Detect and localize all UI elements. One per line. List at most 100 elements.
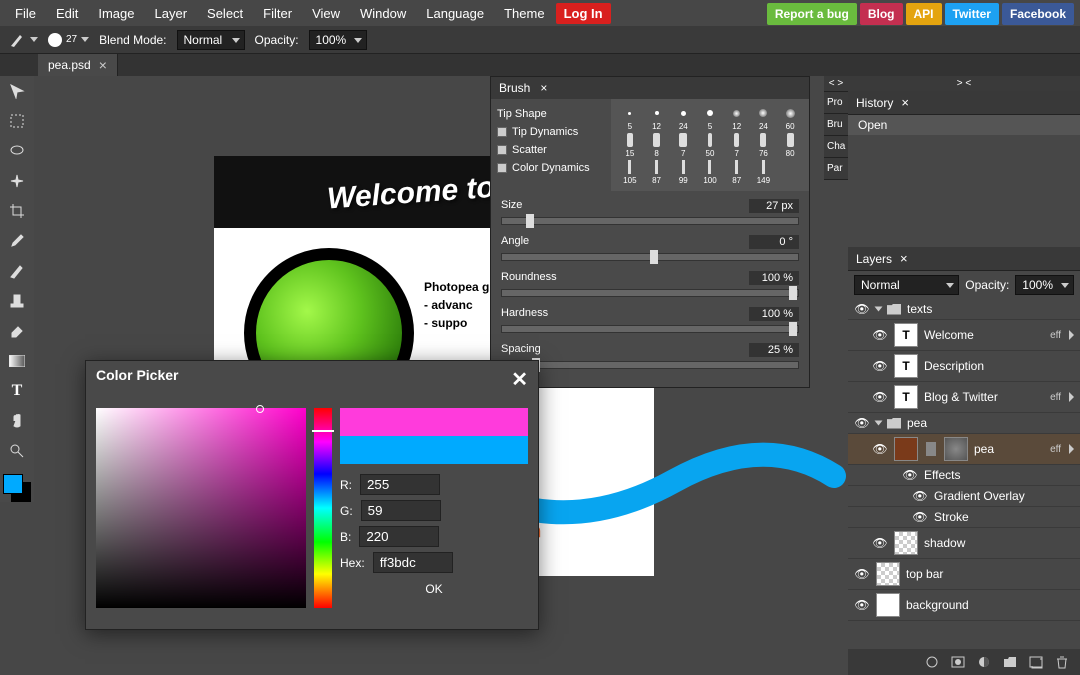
layer-group-pea[interactable]: 👁pea xyxy=(848,413,1080,434)
layer-background[interactable]: 👁background xyxy=(848,590,1080,621)
move-tool[interactable] xyxy=(4,80,30,101)
visibility-icon[interactable]: 👁 xyxy=(902,468,918,482)
layers-panel-header[interactable]: Layers× xyxy=(848,247,1080,271)
brush-preset[interactable]: 15 xyxy=(617,132,643,158)
brush-preset[interactable]: 8 xyxy=(644,132,670,158)
adjustment-icon[interactable] xyxy=(976,655,992,669)
brush-preset[interactable]: 100 xyxy=(697,159,723,185)
menu-language[interactable]: Language xyxy=(417,2,493,25)
folder-icon[interactable] xyxy=(1002,655,1018,669)
menu-image[interactable]: Image xyxy=(89,2,143,25)
history-item[interactable]: Open xyxy=(848,115,1080,135)
text-tool[interactable]: T xyxy=(4,380,30,401)
facebook-button[interactable]: Facebook xyxy=(1002,3,1074,25)
chevron-icon[interactable] xyxy=(1069,444,1074,454)
new-layer-icon[interactable] xyxy=(1028,655,1044,669)
visibility-icon[interactable]: 👁 xyxy=(854,302,870,316)
menu-filter[interactable]: Filter xyxy=(254,2,301,25)
layer-pea[interactable]: 👁peaeff xyxy=(848,434,1080,465)
close-icon[interactable]: × xyxy=(99,57,107,73)
color-cursor[interactable] xyxy=(256,405,264,413)
tab-properties[interactable]: Pro xyxy=(824,92,848,114)
visibility-icon[interactable]: 👁 xyxy=(872,442,888,456)
report-bug-button[interactable]: Report a bug xyxy=(767,3,857,25)
hand-tool[interactable] xyxy=(4,410,30,431)
layer-effects[interactable]: 👁Effects xyxy=(848,465,1080,486)
menu-window[interactable]: Window xyxy=(351,2,415,25)
hue-cursor[interactable] xyxy=(312,430,334,432)
wand-tool[interactable] xyxy=(4,170,30,191)
layer-topbar[interactable]: 👁top bar xyxy=(848,559,1080,590)
layer-description[interactable]: 👁TDescription xyxy=(848,351,1080,382)
stamp-tool[interactable] xyxy=(4,290,30,311)
brush-preset[interactable]: 149 xyxy=(751,159,777,185)
brush-preset[interactable]: 80 xyxy=(777,132,803,158)
tab-brush[interactable]: Bru xyxy=(824,114,848,136)
foreground-swatch[interactable] xyxy=(3,474,23,494)
lasso-tool[interactable] xyxy=(4,140,30,161)
history-panel-header[interactable]: History× xyxy=(848,91,1080,115)
marquee-tool[interactable] xyxy=(4,110,30,131)
brush-preset[interactable]: 50 xyxy=(697,132,723,158)
brush-preset[interactable]: 7 xyxy=(670,132,696,158)
hue-slider[interactable] xyxy=(314,408,332,608)
saturation-box[interactable] xyxy=(96,408,306,608)
layer-opacity-select[interactable]: 100% xyxy=(1015,275,1074,295)
b-input[interactable] xyxy=(359,526,439,547)
brush-tool-icon[interactable] xyxy=(8,31,38,49)
zoom-tool[interactable] xyxy=(4,440,30,461)
menu-file[interactable]: File xyxy=(6,2,45,25)
tab-paragraph[interactable]: Par xyxy=(824,158,848,180)
brush-preset[interactable]: 7 xyxy=(724,132,750,158)
brush-preset[interactable]: 105 xyxy=(617,159,643,185)
g-input[interactable] xyxy=(361,500,441,521)
layer-blend-select[interactable]: Normal xyxy=(854,275,959,295)
blog-button[interactable]: Blog xyxy=(860,3,903,25)
tab-character[interactable]: Cha xyxy=(824,136,848,158)
effect-stroke[interactable]: 👁Stroke xyxy=(848,507,1080,528)
angle-slider[interactable]: Angle0 ° xyxy=(501,235,799,261)
tip-shape-tab[interactable]: Tip Shape xyxy=(497,105,605,123)
chevron-icon[interactable] xyxy=(1069,392,1074,402)
visibility-icon[interactable]: 👁 xyxy=(872,390,888,404)
brush-preset[interactable]: 87 xyxy=(644,159,670,185)
brush-panel-header[interactable]: Brush× xyxy=(491,77,809,99)
brush-preset[interactable]: 24 xyxy=(751,105,777,131)
brush-preset[interactable]: 60 xyxy=(777,105,803,131)
brush-preset[interactable]: 5 xyxy=(617,105,643,131)
mask-link-icon[interactable] xyxy=(926,442,936,456)
gradient-tool[interactable] xyxy=(4,350,30,371)
panel-collapse-icon[interactable]: > < xyxy=(848,76,1080,91)
visibility-icon[interactable]: 👁 xyxy=(872,328,888,342)
brush-preset[interactable]: 87 xyxy=(724,159,750,185)
mask-icon[interactable] xyxy=(950,655,966,669)
hex-input[interactable] xyxy=(373,552,453,573)
hardness-slider[interactable]: Hardness100 % xyxy=(501,307,799,333)
close-icon[interactable]: × xyxy=(540,81,547,95)
color-dynamics-tab[interactable]: Color Dynamics xyxy=(497,159,605,177)
close-icon[interactable]: × xyxy=(900,251,908,266)
size-slider[interactable]: Size27 px xyxy=(501,199,799,225)
menu-edit[interactable]: Edit xyxy=(47,2,87,25)
fx-icon[interactable] xyxy=(924,655,940,669)
eraser-tool[interactable] xyxy=(4,320,30,341)
ok-button[interactable]: OK xyxy=(340,578,528,600)
visibility-icon[interactable]: 👁 xyxy=(912,489,928,503)
close-icon[interactable]: × xyxy=(901,95,909,110)
layer-group-texts[interactable]: 👁texts xyxy=(848,299,1080,320)
tip-dynamics-tab[interactable]: Tip Dynamics xyxy=(497,123,605,141)
login-button[interactable]: Log In xyxy=(556,3,611,24)
layer-blog[interactable]: 👁TBlog & Twittereff xyxy=(848,382,1080,413)
color-swatches[interactable] xyxy=(3,474,31,502)
brush-size-picker[interactable]: 27 xyxy=(48,33,89,47)
crop-tool[interactable] xyxy=(4,200,30,221)
layer-shadow[interactable]: 👁shadow xyxy=(848,528,1080,559)
brush-preset[interactable]: 12 xyxy=(724,105,750,131)
brush-preset[interactable]: 5 xyxy=(697,105,723,131)
checkbox[interactable] xyxy=(497,145,507,155)
eyedropper-tool[interactable] xyxy=(4,230,30,251)
panel-collapse-icon[interactable]: < > xyxy=(824,76,848,92)
checkbox[interactable] xyxy=(497,163,507,173)
brush-preset[interactable]: 24 xyxy=(670,105,696,131)
layer-welcome[interactable]: 👁TWelcomeeff xyxy=(848,320,1080,351)
